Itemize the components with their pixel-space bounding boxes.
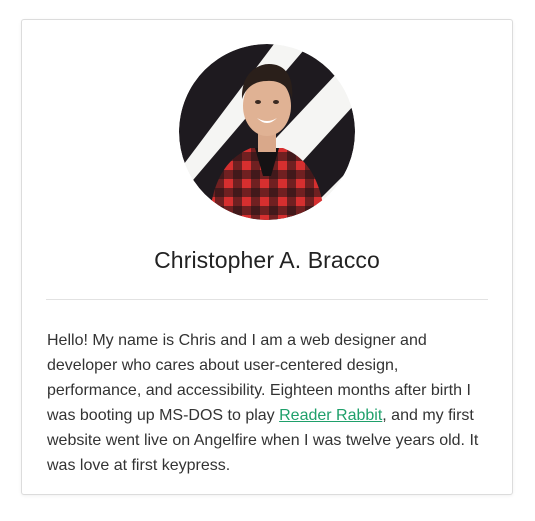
profile-card: Christopher A. Bracco Hello! My name is … bbox=[21, 19, 513, 495]
profile-bio: Hello! My name is Chris and I am a web d… bbox=[47, 328, 490, 478]
avatar-photo bbox=[179, 44, 355, 220]
reader-rabbit-link[interactable]: Reader Rabbit bbox=[279, 407, 382, 424]
divider bbox=[46, 299, 488, 300]
avatar bbox=[179, 44, 355, 220]
profile-name: Christopher A. Bracco bbox=[154, 247, 380, 273]
